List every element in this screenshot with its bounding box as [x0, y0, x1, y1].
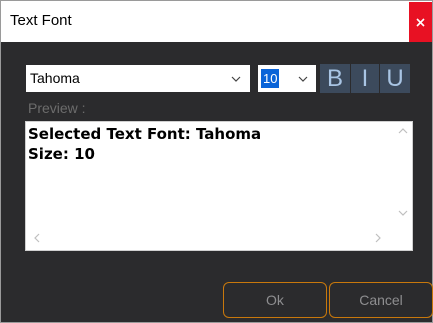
close-button[interactable]	[409, 2, 432, 42]
ok-button[interactable]: Ok	[223, 282, 327, 318]
chevron-down-icon	[298, 76, 308, 82]
scroll-right-arrow-icon[interactable]	[373, 233, 383, 243]
preview-font-line: Selected Text Font: Tahoma	[28, 125, 262, 143]
preview-size-line: Size: 10	[28, 145, 95, 163]
cancel-button[interactable]: Cancel	[329, 282, 433, 318]
font-size-value: 10	[261, 69, 280, 88]
preview-text-area[interactable]: Selected Text Font: Tahoma Size: 10	[25, 121, 413, 251]
font-family-dropdown[interactable]: Tahoma	[26, 65, 250, 92]
underline-button[interactable]: U	[380, 64, 410, 93]
scroll-up-arrow-icon[interactable]	[398, 126, 408, 136]
dialog-body: Tahoma 10 B I U Preview : Selected Text …	[1, 42, 433, 322]
font-size-dropdown[interactable]: 10	[258, 65, 316, 92]
close-icon	[416, 17, 425, 27]
title-bar[interactable]: Text Font	[1, 1, 432, 42]
text-font-dialog: Text Font Tahoma 10 B I U Preview : Sele…	[0, 0, 433, 323]
scroll-left-arrow-icon[interactable]	[32, 233, 42, 243]
font-family-value: Tahoma	[30, 70, 80, 86]
bold-button[interactable]: B	[320, 64, 350, 93]
chevron-down-icon	[231, 76, 241, 82]
window-title: Text Font	[10, 12, 72, 29]
preview-content: Selected Text Font: Tahoma Size: 10	[28, 124, 261, 164]
italic-button[interactable]: I	[351, 64, 379, 93]
scroll-down-arrow-icon[interactable]	[398, 208, 408, 218]
preview-label: Preview :	[28, 100, 86, 116]
